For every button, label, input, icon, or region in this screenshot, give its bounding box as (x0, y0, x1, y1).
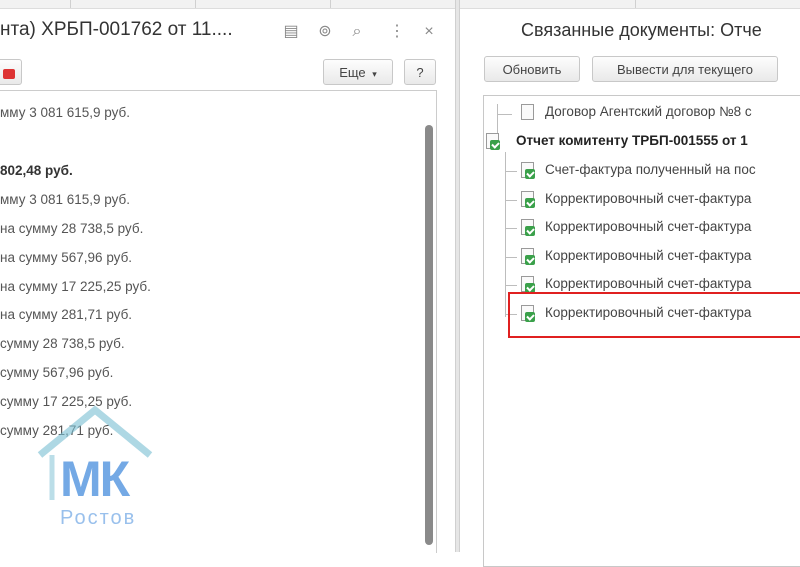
tree-item[interactable]: Корректировочный счет-фактура (545, 274, 751, 294)
report-line: сумму 28 738,5 руб. (0, 336, 125, 351)
watermark-logo: МК Ростов (30, 400, 160, 540)
scrollbar-thumb[interactable] (425, 125, 433, 545)
report-line: на сумму 28 738,5 руб. (0, 221, 144, 236)
report-line: мму 3 081 615,9 руб. (0, 105, 131, 120)
tree-item[interactable]: Корректировочный счет-фактура (545, 189, 751, 209)
window-title-related-docs: Связанные документы: Отче (521, 20, 762, 40)
report-line: 802,48 руб. (0, 163, 73, 178)
document-check-icon (521, 191, 535, 208)
watermark-letters: МК (60, 451, 130, 507)
window-separator[interactable] (455, 0, 460, 552)
link-icon[interactable]: ⊚ (316, 23, 334, 41)
print-button[interactable] (0, 59, 22, 85)
report-line: мму 3 081 615,9 руб. (0, 192, 131, 207)
document-check-icon (486, 133, 500, 150)
tab-divider (635, 0, 636, 8)
close-icon[interactable]: × (420, 23, 438, 41)
tree-connector (505, 171, 517, 172)
report-line: на сумму 281,71 руб. (0, 307, 133, 322)
more-button[interactable]: Еще ▾ (323, 59, 393, 85)
tree-item[interactable]: Счет-фактура полученный на пос (545, 160, 756, 180)
tab-divider (330, 0, 331, 8)
tree-item[interactable]: Корректировочный счет-фактура (545, 217, 751, 237)
document-check-icon (521, 248, 535, 265)
report-line: на сумму 17 225,25 руб. (0, 279, 151, 294)
document-check-icon (521, 162, 535, 179)
window-title: нта) ХРБП-001762 от 11.... (0, 19, 233, 40)
report-line: на сумму 567,96 руб. (0, 250, 133, 265)
tab-divider (195, 0, 196, 8)
highlight-frame (508, 292, 800, 338)
tab-divider (70, 0, 71, 8)
tree-item[interactable]: Договор Агентский договор №8 с (545, 102, 752, 122)
tree-connector (505, 285, 517, 286)
vertical-scrollbar[interactable] (422, 115, 436, 552)
chevron-down-icon: ▾ (372, 69, 377, 79)
tree-item[interactable]: Корректировочный счет-фактура (545, 246, 751, 266)
help-button[interactable]: ? (404, 59, 436, 85)
document-icon (521, 104, 534, 120)
document-check-icon (521, 219, 535, 236)
tree-connector (497, 114, 512, 115)
more-button-label: Еще (339, 65, 366, 80)
tree-connector (505, 152, 506, 317)
top-tab-strip (0, 0, 800, 9)
refresh-button[interactable]: Обновить (484, 56, 580, 82)
tree-connector (505, 257, 517, 258)
tree-connector (505, 200, 517, 201)
tree-item[interactable]: Отчет комитенту ТРБП-001555 от 1 (516, 131, 748, 151)
list-icon[interactable]: ▤ (282, 23, 300, 41)
search-icon[interactable]: ⌕ (348, 23, 366, 41)
tree-connector (505, 228, 517, 229)
more-vertical-icon[interactable]: ⋮ (388, 23, 406, 41)
report-line: сумму 567,96 руб. (0, 365, 114, 380)
print-icon (3, 68, 15, 79)
document-check-icon (521, 276, 535, 293)
show-for-current-button[interactable]: Вывести для текущего (592, 56, 778, 82)
watermark-city: Ростов (60, 507, 137, 529)
